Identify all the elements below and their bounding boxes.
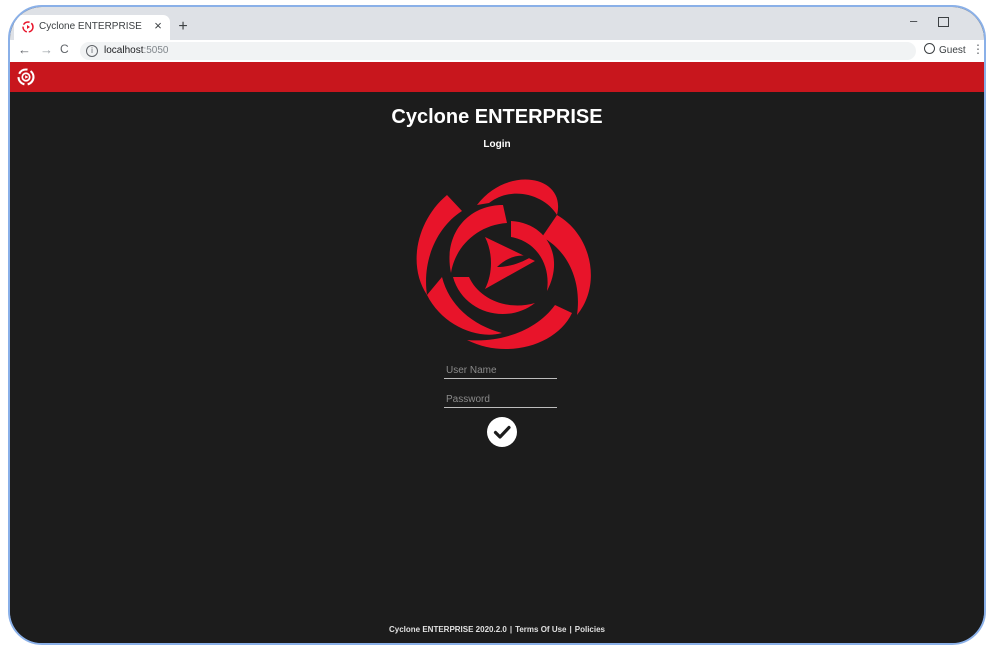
menu-dots-icon[interactable]: ⋮: [972, 42, 984, 56]
username-field: [444, 360, 557, 380]
forward-arrow-icon[interactable]: →: [40, 42, 53, 57]
tab-close-icon[interactable]: ×: [150, 18, 166, 34]
password-field: [444, 389, 557, 409]
login-heading: Login: [483, 139, 511, 150]
footer-separator: |: [509, 625, 513, 634]
browser-tab[interactable]: Cyclone ENTERPRISE ×: [14, 15, 170, 40]
url-text: localhost:5050: [104, 45, 169, 56]
footer: Cyclone ENTERPRISE 2020.2.0 | Terms Of Use…: [10, 625, 984, 634]
login-submit-button[interactable]: [487, 417, 517, 447]
info-icon[interactable]: i: [86, 45, 98, 57]
cyclone-logo-icon: [416, 179, 591, 350]
back-arrow-icon[interactable]: ←: [18, 42, 31, 57]
app-title: Cyclone ENTERPRISE: [391, 106, 603, 128]
browser-window: Cyclone ENTERPRISE × + – ← → C i localho…: [8, 5, 986, 645]
check-circle-icon: [493, 425, 511, 439]
minimize-icon[interactable]: –: [910, 13, 917, 28]
address-bar[interactable]: i localhost:5050: [80, 42, 916, 60]
password-input[interactable]: [444, 390, 557, 409]
terms-of-use-link[interactable]: Terms Of Use: [515, 625, 566, 634]
cyclone-favicon-icon: [22, 21, 34, 33]
username-input[interactable]: [444, 361, 557, 380]
login-page: Cyclone ENTERPRISE Login User Name Cyclo…: [10, 92, 984, 643]
url-host: localhost: [104, 45, 144, 56]
tab-title: Cyclone ENTERPRISE: [39, 21, 142, 32]
browser-toolbar: ← → C i localhost:5050 Guest ⋮: [10, 40, 984, 62]
footer-separator: |: [569, 625, 572, 634]
reload-icon[interactable]: C: [60, 42, 69, 56]
cyclone-logo-icon[interactable]: [16, 67, 36, 87]
tab-strip: Cyclone ENTERPRISE × + –: [10, 7, 984, 40]
maximize-icon[interactable]: [938, 17, 949, 27]
profile-label: Guest: [939, 45, 966, 56]
new-tab-icon[interactable]: +: [174, 18, 192, 36]
person-icon: [924, 43, 935, 54]
footer-version: Cyclone ENTERPRISE 2020.2.0: [388, 625, 507, 634]
url-port: :5050: [143, 45, 169, 56]
policies-link[interactable]: Policies: [575, 625, 605, 634]
profile-button[interactable]: Guest: [924, 43, 966, 56]
app-header-bar: [10, 62, 984, 92]
